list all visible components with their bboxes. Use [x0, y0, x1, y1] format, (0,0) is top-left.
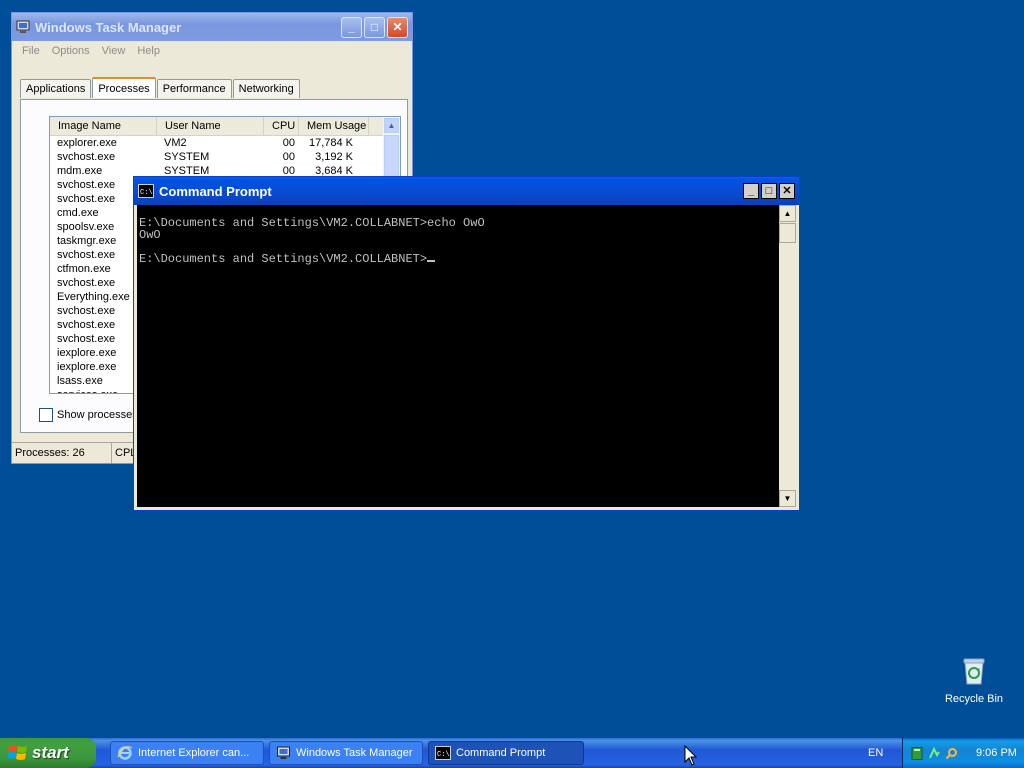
minimize-icon: _: [747, 184, 755, 197]
taskbar-item-label: Windows Task Manager: [296, 747, 413, 759]
recycle-bin-label: Recycle Bin: [944, 693, 1004, 705]
taskbar-item-command-prompt[interactable]: C:\ Command Prompt: [428, 741, 584, 765]
column-image-name[interactable]: Image Name: [50, 117, 157, 135]
close-button[interactable]: ✕: [779, 183, 795, 199]
taskbar: start Internet Explorer can... Windows T…: [0, 738, 1024, 768]
process-mem-usage: 3,192 K: [315, 151, 353, 163]
internet-explorer-icon: [117, 746, 133, 760]
command-prompt-title: Command Prompt: [159, 183, 272, 199]
column-cpu[interactable]: CPU: [264, 117, 299, 135]
close-icon: ✕: [782, 184, 792, 197]
close-button[interactable]: ✕: [387, 16, 408, 38]
minimize-button[interactable]: _: [341, 16, 362, 38]
windows-logo-icon: [8, 745, 27, 760]
menu-help[interactable]: Help: [131, 43, 166, 59]
maximize-button[interactable]: □: [761, 183, 777, 199]
maximize-icon: □: [370, 20, 379, 34]
svg-text:C:\: C:\: [140, 189, 153, 197]
table-row[interactable]: explorer.exe VM2 00 17,784 K: [50, 136, 400, 150]
maximize-button[interactable]: □: [364, 16, 385, 38]
console-icon: C:\: [435, 746, 451, 760]
system-tray: 9:06 PM: [902, 738, 1024, 768]
task-manager-icon: [16, 20, 30, 33]
task-manager-tabs: Applications Processes Performance Netwo…: [20, 77, 301, 98]
command-prompt-titlebar[interactable]: C:\ Command Prompt _ □ ✕: [134, 177, 799, 205]
taskbar-item-label: Command Prompt: [456, 747, 546, 759]
command-prompt-window[interactable]: C:\ Command Prompt _ □ ✕ E:\Documents an…: [133, 176, 800, 511]
status-processes: Processes: 26: [12, 443, 112, 463]
show-processes-label: Show processes: [57, 409, 138, 421]
minimize-icon: _: [348, 20, 355, 34]
process-user-name: SYSTEM: [164, 151, 210, 163]
language-indicator[interactable]: EN: [868, 747, 883, 759]
task-manager-title: Windows Task Manager: [35, 19, 182, 35]
task-manager-titlebar[interactable]: Windows Task Manager _ □ ✕: [12, 13, 412, 41]
scroll-thumb[interactable]: [779, 223, 796, 243]
scroll-up-icon[interactable]: ▲: [779, 205, 796, 222]
task-manager-icon: [277, 746, 290, 759]
minimize-button[interactable]: _: [743, 183, 759, 199]
column-user-name[interactable]: User Name: [157, 117, 264, 135]
tray-app-icon[interactable]: [911, 746, 924, 760]
table-row[interactable]: svchost.exe SYSTEM 00 3,192 K: [50, 150, 400, 164]
network-icon[interactable]: [928, 746, 941, 760]
process-cpu: 00: [282, 151, 295, 163]
recycle-bin[interactable]: Recycle Bin: [942, 656, 1006, 705]
menu-options[interactable]: Options: [46, 43, 96, 59]
process-mem-usage: 17,784 K: [308, 137, 353, 149]
scroll-up-icon[interactable]: ▲: [384, 118, 399, 133]
svg-text:C:\: C:\: [437, 751, 450, 759]
task-manager-menubar: File Options View Help: [16, 43, 166, 59]
console-output-area[interactable]: E:\Documents and Settings\VM2.COLLABNET>…: [137, 205, 779, 507]
mouse-cursor-icon: [684, 745, 697, 766]
process-cpu: 00: [282, 137, 295, 149]
recycle-bin-icon: [963, 658, 985, 685]
console-lines: E:\Documents and Settings\VM2.COLLABNET>…: [139, 216, 485, 266]
taskbar-item-internet-explorer[interactable]: Internet Explorer can...: [110, 741, 264, 765]
process-list-header: Image Name User Name CPU Mem Usage: [50, 117, 400, 136]
tab-networking[interactable]: Networking: [232, 79, 300, 98]
tab-processes[interactable]: Processes: [92, 77, 156, 98]
menu-file[interactable]: File: [16, 43, 46, 59]
start-button[interactable]: start: [0, 738, 96, 768]
taskbar-item-label: Internet Explorer can...: [138, 747, 250, 759]
tab-applications[interactable]: Applications: [20, 79, 92, 98]
text-cursor: [427, 260, 436, 262]
start-label: start: [32, 743, 69, 762]
process-user-name: VM2: [164, 137, 187, 149]
console-text: E:\Documents and Settings\VM2.COLLABNET>…: [139, 217, 485, 265]
console-scrollbar[interactable]: ▲ ▼: [779, 205, 796, 507]
process-image-name: svchost.exe: [57, 151, 116, 163]
scroll-down-icon[interactable]: ▼: [779, 490, 796, 507]
column-mem-usage[interactable]: Mem Usage: [299, 117, 369, 135]
tab-performance[interactable]: Performance: [156, 79, 232, 98]
menu-view[interactable]: View: [96, 43, 132, 59]
search-icon[interactable]: [945, 747, 958, 760]
show-processes-option[interactable]: Show processes: [39, 408, 138, 422]
console-icon: C:\: [138, 184, 154, 198]
show-processes-checkbox[interactable]: [39, 408, 53, 422]
process-image-name: explorer.exe: [57, 137, 117, 149]
taskbar-item-task-manager[interactable]: Windows Task Manager: [269, 741, 423, 765]
clock[interactable]: 9:06 PM: [976, 747, 1017, 759]
close-icon: ✕: [392, 20, 403, 34]
maximize-icon: □: [765, 184, 773, 197]
